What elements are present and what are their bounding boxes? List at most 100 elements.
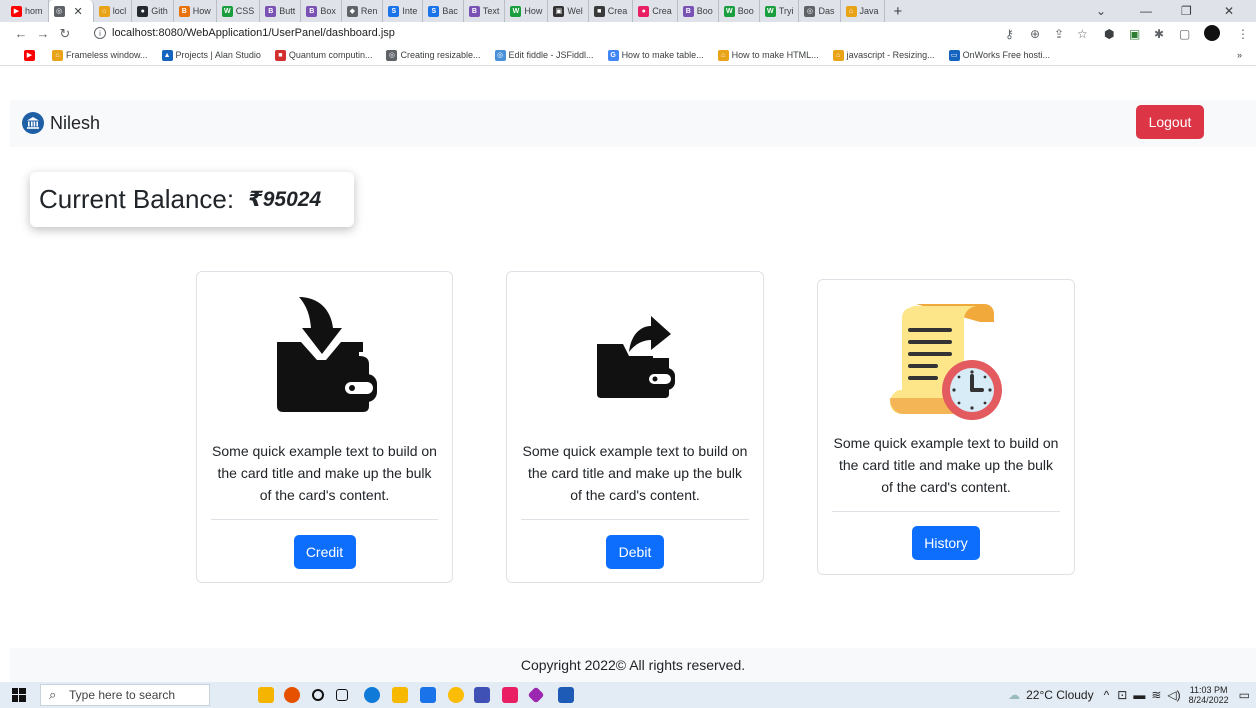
browser-tab[interactable]: ⌂ Java [841, 0, 885, 22]
tab-label: hom [25, 6, 43, 16]
tray-expand-icon[interactable]: ^ [1104, 688, 1110, 702]
browser-tab[interactable]: ◎ ✕ [48, 0, 94, 22]
browser-tab[interactable]: ◆ Ren [342, 0, 384, 22]
tab-favicon-icon: ■ [593, 5, 605, 17]
chrome-icon[interactable] [448, 687, 464, 703]
extension-green-icon[interactable]: ▣ [1129, 27, 1140, 41]
new-tab-icon[interactable]: + [894, 3, 903, 20]
cortana-icon[interactable] [312, 689, 324, 701]
side-panel-icon[interactable]: ▢ [1179, 27, 1190, 41]
tab-favicon-icon: ▣ [553, 5, 565, 17]
browser-tab[interactable]: ● Gith [132, 0, 174, 22]
weather-text[interactable]: 22°C Cloudy [1026, 688, 1094, 702]
logout-button[interactable]: Logout [1136, 105, 1204, 139]
browser-tab[interactable]: W Boo [719, 0, 760, 22]
site-info-icon[interactable]: i [94, 27, 106, 39]
store-icon[interactable] [420, 687, 436, 703]
bookmark-item[interactable]: ⌂ javascript - Resizing... [832, 49, 935, 61]
bookmark-star-icon[interactable]: ☆ [1077, 27, 1088, 41]
brand[interactable]: Nilesh [22, 112, 100, 134]
minimize-button[interactable]: — [1140, 0, 1152, 22]
tab-favicon-icon: ◆ [346, 5, 358, 17]
tab-label: Crea [652, 6, 672, 16]
bookmark-label: Edit fiddle - JSFiddl... [508, 50, 594, 60]
tab-favicon-icon: S [388, 5, 400, 17]
close-window-button[interactable]: ✕ [1224, 0, 1234, 22]
browser-menu-icon[interactable]: ⋮ [1237, 27, 1249, 41]
bookmark-item[interactable]: ⌂ Frameless window... [52, 49, 148, 61]
profile-avatar[interactable] [1204, 25, 1220, 41]
browser-tab[interactable]: B How [174, 0, 217, 22]
wifi-icon[interactable]: ≋ [1151, 688, 1161, 702]
browser-tab[interactable]: W Tryi [760, 0, 800, 22]
tab-favicon-icon: B [306, 5, 318, 17]
bookmarks-bar: ▶ ⌂ Frameless window... ▲ Projects | Alan St… [0, 45, 1256, 66]
bookmark-item[interactable]: G How to make table... [607, 49, 704, 61]
browser-tab[interactable]: W CSS [217, 0, 261, 22]
bookmark-item[interactable]: ◎ Creating resizable... [386, 49, 481, 61]
word-icon[interactable] [558, 687, 574, 703]
tab-label: Java [859, 6, 879, 16]
browser-tab[interactable]: ▶ hom [6, 0, 49, 22]
credit-button[interactable]: Credit [293, 535, 356, 569]
browser-tab[interactable]: B Box [301, 0, 342, 22]
network-icon[interactable]: ⊡ [1117, 688, 1127, 702]
edge-icon[interactable] [364, 687, 380, 703]
browser-tab[interactable]: ■ Crea [589, 0, 634, 22]
reload-icon[interactable]: ↻ [54, 26, 76, 42]
browser-tab[interactable]: S Bac [423, 0, 464, 22]
browser-tab[interactable]: ▣ Wel [548, 0, 589, 22]
restore-button[interactable]: ❐ [1181, 0, 1192, 22]
balance-value: ₹95024 [248, 188, 322, 211]
extensions-puzzle-icon[interactable]: ✱ [1154, 27, 1164, 41]
notification-icon[interactable]: ▭ [1239, 688, 1250, 702]
clock[interactable]: 11:03 PM 8/24/2022 [1189, 685, 1229, 705]
browser-tab[interactable]: B Butt [260, 0, 302, 22]
tab-search-icon[interactable]: ⌄ [1096, 0, 1106, 22]
file-explorer-icon[interactable] [392, 687, 408, 703]
browser-tab[interactable]: ⌂ locl [94, 0, 133, 22]
windows-start-icon[interactable] [12, 688, 26, 707]
task-view-icon[interactable] [336, 689, 348, 701]
back-icon[interactable]: ← [10, 26, 32, 41]
tab-label: How [524, 6, 543, 16]
history-button[interactable]: History [912, 526, 980, 560]
share-icon[interactable]: ⇪ [1054, 27, 1064, 41]
bookmark-item[interactable]: ▭ OnWorks Free hosti... [948, 49, 1050, 61]
netbeans-icon[interactable] [527, 686, 545, 704]
bookmark-item[interactable]: ■ Quantum computin... [274, 49, 372, 61]
weather-sun-icon[interactable] [284, 687, 300, 703]
bookmark-item[interactable]: ▲ Projects | Alan Studio [161, 49, 261, 61]
extension-shield-icon[interactable]: ⬢ [1104, 27, 1114, 41]
bookmark-item[interactable]: ▶ [24, 49, 38, 61]
browser-tab[interactable]: ● Crea [633, 0, 678, 22]
bookmark-item[interactable]: ◎ Edit fiddle - JSFiddl... [494, 49, 594, 61]
address-bar[interactable]: i localhost:8080/WebApplication1/UserPan… [94, 23, 974, 43]
browser-tab[interactable]: S Inte [383, 0, 424, 22]
copyright-text: Copyright 2022© All rights reserved. [520, 657, 746, 673]
widgets-icon[interactable] [258, 687, 274, 703]
taskbar-search-input[interactable]: ⌕ Type here to search [40, 684, 210, 706]
debit-card: Some quick example text to build on the … [506, 271, 764, 583]
zoom-icon[interactable]: ⊕ [1030, 27, 1040, 41]
clock-time: 11:03 PM [1189, 685, 1228, 695]
tab-close-icon[interactable]: ✕ [74, 5, 83, 18]
tab-label: Boo [737, 6, 754, 16]
bookmark-label: Projects | Alan Studio [175, 50, 261, 60]
app-icon[interactable] [474, 687, 490, 703]
bookmark-item[interactable]: ⌂ How to make HTML... [717, 49, 819, 61]
browser-tab[interactable]: ◎ Das [799, 0, 841, 22]
browser-tab[interactable]: B Boo [678, 0, 719, 22]
tab-label: Inte [402, 6, 418, 16]
key-icon[interactable]: ⚷ [1005, 27, 1014, 41]
browser-tab[interactable]: W How [505, 0, 549, 22]
debit-button[interactable]: Debit [606, 535, 664, 569]
battery-icon[interactable]: ▬ [1133, 688, 1145, 702]
browser-tab[interactable]: B Text [464, 0, 506, 22]
bookmarks-overflow-icon[interactable]: » [1237, 50, 1242, 60]
tab-label: Ren [360, 6, 378, 16]
credit-card: Some quick example text to build on the … [196, 271, 453, 583]
forward-icon[interactable]: → [32, 26, 54, 41]
volume-icon[interactable]: ◁) [1167, 688, 1180, 702]
xampp-icon[interactable] [502, 687, 518, 703]
